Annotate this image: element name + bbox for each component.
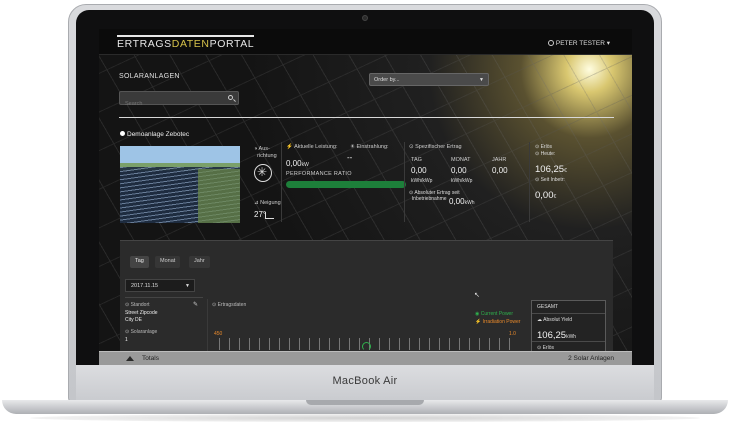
column-divider: [529, 142, 530, 222]
compass-icon: [254, 164, 272, 182]
seit-label: ⊙ Seit Inbetr:: [535, 177, 565, 183]
plant-name: Demoanlage Zebotec: [127, 131, 190, 138]
divider: [532, 313, 605, 314]
einstrahlung-label: ☀ Einstrahlung:: [350, 144, 389, 150]
heute-unit: €: [564, 168, 567, 174]
gesamt-label: GESAMT: [537, 304, 559, 310]
device-brand-label: MacBook Air: [332, 375, 398, 387]
spez-tag-unit: kWh/kWp: [411, 178, 433, 184]
heute: 106,25€: [535, 159, 567, 177]
user-name: PETER TESTER: [555, 40, 605, 47]
absolut-yield-value: 106,25: [537, 330, 567, 341]
column-divider: [207, 299, 208, 351]
order-by-placeholder: Order by...: [374, 77, 400, 83]
divider: [532, 341, 605, 342]
neigung-label: ⊿ Neigung: [254, 200, 281, 206]
solar-count-label: 2 Solar Anlagen: [568, 355, 614, 362]
camera-icon: [362, 15, 368, 21]
spez-jahr-label: JAHR: [492, 157, 507, 163]
aktuelle-leistung-label: ⚡ Aktuelle Leistung:: [286, 144, 338, 150]
y-tick-left: 450: [214, 331, 223, 337]
spez-jahr-value: 0,00: [492, 166, 508, 175]
expand-up-icon[interactable]: [126, 356, 134, 361]
abs-ertrag: 0,00kWh: [449, 191, 475, 209]
search-input[interactable]: [120, 98, 220, 110]
einstrahlung-value: --: [347, 153, 353, 162]
user-menu[interactable]: PETER TESTER ▾: [547, 39, 610, 47]
divider: [125, 297, 203, 298]
spez-monat-value: 0,00: [451, 166, 467, 175]
status-dot-icon: [120, 131, 125, 136]
solaranlage-value: 1: [125, 337, 128, 343]
spez-monat-unit: kWh/kWp: [451, 178, 473, 184]
order-by-select[interactable]: Order by... ▼: [369, 73, 489, 86]
abs-ertrag-unit: kWh: [464, 200, 475, 206]
spez-ertrag-label: ⊙ Spezifischer Ertrag: [409, 144, 462, 150]
performance-ratio-bar: [286, 181, 406, 188]
totals-bar[interactable]: Totals 2 Solar Anlagen: [99, 351, 632, 365]
date-picker[interactable]: 2017.11.15 ▼: [125, 279, 195, 292]
aktuelle-leistung: 0,00kW: [286, 153, 309, 171]
ertragsdaten-label: ⊙ Ertragsdaten: [212, 302, 247, 308]
address-line-2: City DE: [125, 317, 142, 323]
absolut-yield-unit: kWh: [566, 334, 577, 340]
standort-label: ⊙ Standort: [125, 302, 150, 308]
abs-ertrag-value: 0,00: [449, 197, 465, 206]
laptop-shadow: [30, 414, 700, 422]
tilt-icon: [265, 212, 274, 219]
top-navigation: ERTRAGSDATENPORTAL PETER TESTER ▾: [99, 29, 632, 55]
plant-photo[interactable]: [120, 146, 240, 223]
legend-irradiation-power[interactable]: ⚡ Irradiation Power: [475, 319, 520, 325]
tab-tag[interactable]: Tag: [130, 256, 149, 268]
aktuelle-leistung-unit: kW: [301, 162, 309, 168]
seit-unit: €: [553, 194, 557, 200]
search-box[interactable]: [119, 91, 239, 110]
section-divider: [119, 117, 614, 118]
spez-tag-label: TAG: [411, 157, 422, 163]
performance-ratio-label: PERFORMANCE RATIO: [286, 171, 352, 177]
tab-jahr[interactable]: Jahr: [189, 256, 210, 268]
plant-title[interactable]: Demoanlage Zebotec: [120, 131, 189, 138]
seit: 0,00€: [535, 185, 556, 203]
solaranlage-label: ⊙ Solaranlage: [125, 329, 158, 335]
y-tick-right: 1.0: [509, 331, 516, 337]
heute-label: ⊙ Heute:: [535, 151, 556, 157]
totals-label: Totals: [142, 355, 159, 362]
laptop-notch: [306, 400, 424, 405]
chevron-down-icon: ▼: [185, 283, 190, 289]
laptop-mockup: ERTRAGSDATENPORTAL PETER TESTER ▾ SOLARA…: [0, 0, 730, 431]
column-divider: [404, 142, 405, 222]
column-divider: [281, 142, 282, 222]
spez-monat-label: MONAT: [451, 157, 471, 163]
heute-value: 106,25: [535, 164, 565, 175]
seit-value: 0,00: [535, 190, 554, 201]
tab-monat[interactable]: Monat: [155, 256, 181, 268]
date-value: 2017.11.15: [131, 283, 159, 289]
page-title: SOLARANLAGEN: [119, 73, 180, 80]
mouse-cursor-icon: ↖: [474, 292, 480, 299]
edit-icon[interactable]: ✎: [193, 301, 198, 308]
loading-spinner-icon: [362, 342, 371, 351]
ausrichtung-label: ◑ Aus- richtung: [254, 146, 277, 159]
search-icon[interactable]: [228, 95, 233, 100]
app-screen: ERTRAGSDATENPORTAL PETER TESTER ▾ SOLARA…: [99, 29, 632, 365]
absolut-yield-label: ☁ Absolut Yield: [537, 317, 573, 323]
spez-tag-value: 0,00: [411, 166, 427, 175]
app-logo[interactable]: ERTRAGSDATENPORTAL: [117, 35, 255, 50]
user-icon: [547, 40, 554, 46]
address-line-1: Street Zipcode: [125, 310, 158, 316]
aktuelle-leistung-value: 0,00: [286, 159, 302, 168]
chevron-down-icon: ▼: [479, 77, 484, 83]
legend-current-power[interactable]: ◉ Current Power: [475, 311, 513, 317]
erlos-label: ⊙ Erlös: [535, 144, 552, 150]
